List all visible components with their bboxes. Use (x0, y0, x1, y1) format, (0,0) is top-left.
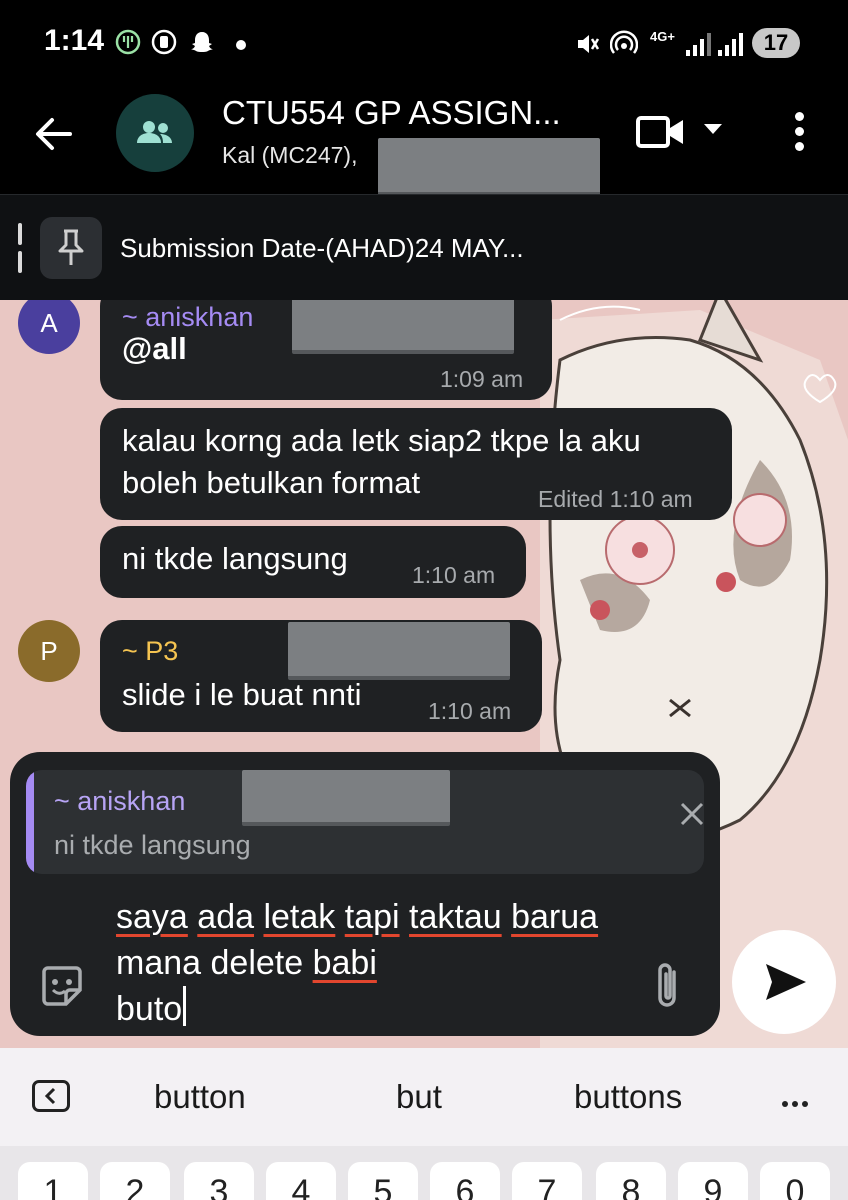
reply-sender: ~ aniskhan (54, 786, 186, 816)
compose-box[interactable]: ~ aniskhan ni tkde langsung saya ada let… (10, 752, 720, 1036)
food-app-icon (115, 29, 141, 55)
message-text: slide i le buat nnti (122, 677, 362, 712)
group-members[interactable]: Kal (MC247), (222, 142, 357, 169)
redaction-block (288, 622, 510, 680)
misspelled-word[interactable]: babi (313, 944, 377, 982)
message-text-line-1: kalau korng ada letk siap2 tkpe la aku (122, 423, 641, 458)
reply-indicator (26, 770, 34, 874)
hotspot-icon (610, 30, 638, 54)
avatar-p[interactable]: P (18, 620, 80, 682)
back-arrow-icon[interactable] (34, 114, 74, 154)
send-button[interactable] (732, 930, 836, 1034)
key[interactable]: 8 (596, 1162, 666, 1200)
battery-level: 17 (752, 28, 800, 58)
message-time: 1:10 am (428, 698, 512, 724)
suggestion-item[interactable]: but (396, 1078, 442, 1116)
message-time: Edited 1:10 am (538, 486, 693, 512)
misspelled-word[interactable]: ada (197, 898, 254, 936)
message-text: ni tkde langsung (122, 541, 348, 576)
misspelled-word[interactable]: barua (511, 898, 598, 936)
redaction-block (378, 138, 600, 196)
message-bubble[interactable]: kalau korng ada letk siap2 tkpe la aku b… (100, 408, 732, 520)
chat-screen: 1:14 4G+ 17 CTU554 GP ASSIGN... Kal (MC2… (0, 0, 848, 1200)
key[interactable]: 9 (678, 1162, 748, 1200)
key[interactable]: 2 (100, 1162, 170, 1200)
reply-text: ni tkde langsung (54, 830, 251, 860)
pinned-text: Submission Date-(AHAD)24 MAY... (120, 233, 524, 263)
misspelled-word[interactable]: tapi (345, 898, 400, 936)
key[interactable]: 7 (512, 1162, 582, 1200)
notification-dot (236, 40, 246, 50)
send-icon (766, 964, 806, 1000)
input-word: mana delete (116, 944, 304, 982)
keyboard-number-row: 1 2 3 4 5 6 7 8 9 0 (0, 1146, 848, 1200)
message-input[interactable]: saya ada letak tapi taktau barua mana de… (116, 894, 616, 1032)
key[interactable]: 4 (266, 1162, 336, 1200)
misspelled-word[interactable]: taktau (409, 898, 502, 936)
misspelled-word[interactable]: saya (116, 898, 188, 936)
sticker-icon[interactable] (38, 962, 86, 1010)
more-suggestions-icon[interactable] (782, 1094, 814, 1107)
group-avatar[interactable] (116, 94, 194, 172)
close-icon[interactable] (678, 800, 704, 828)
status-bar: 1:14 4G+ 17 (0, 0, 848, 88)
message-text-line-2: boleh betulkan format (122, 465, 421, 500)
signal-1-icon (686, 33, 711, 56)
redaction-block (242, 770, 450, 826)
text-cursor (183, 986, 187, 1026)
more-options-icon[interactable] (792, 112, 806, 154)
keyboard-collapse-icon[interactable] (32, 1080, 70, 1112)
sender-name[interactable]: ~ P3 (122, 636, 178, 667)
redaction-block (292, 300, 514, 354)
message-time: 1:10 am (412, 562, 496, 588)
pinned-message-bar[interactable]: Submission Date-(AHAD)24 MAY... (0, 194, 848, 300)
message-time: 1:09 am (440, 366, 524, 392)
call-dropdown-icon[interactable] (704, 124, 722, 134)
key[interactable]: 6 (430, 1162, 500, 1200)
pin-icon (40, 217, 102, 279)
signal-2-icon (718, 33, 743, 56)
message-text: @all (122, 331, 187, 366)
video-call-icon[interactable] (636, 114, 686, 150)
key[interactable]: 5 (348, 1162, 418, 1200)
group-title[interactable]: CTU554 GP ASSIGN... (222, 94, 561, 132)
group-icon (137, 121, 172, 143)
message-bubble[interactable]: ni tkde langsung 1:10 am (100, 526, 526, 598)
snapchat-icon (191, 32, 213, 52)
misspelled-word[interactable]: letak (263, 898, 335, 936)
pin-indicator (18, 223, 22, 273)
key[interactable]: 0 (760, 1162, 830, 1200)
input-word: buto (116, 990, 183, 1028)
suggestion-item[interactable]: button (154, 1078, 246, 1116)
attach-icon[interactable] (650, 958, 684, 1014)
key[interactable]: 1 (18, 1162, 88, 1200)
keyboard-suggestion-bar: button but buttons (0, 1048, 848, 1146)
phone-app-icon (151, 29, 177, 55)
suggestion-item[interactable]: buttons (574, 1078, 682, 1116)
mute-icon (578, 35, 600, 53)
chat-header: CTU554 GP ASSIGN... Kal (MC247), (0, 88, 848, 196)
key[interactable]: 3 (184, 1162, 254, 1200)
network-type: 4G+ (650, 29, 675, 44)
status-time: 1:14 (44, 24, 105, 57)
